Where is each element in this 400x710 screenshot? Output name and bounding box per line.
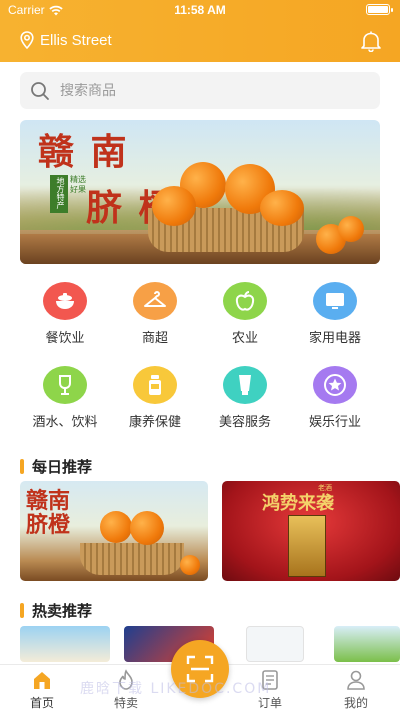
recommend-card-title: 鸿势来袭 bbox=[262, 493, 334, 514]
category-label: 娱乐行业 bbox=[308, 415, 361, 430]
orange bbox=[100, 511, 132, 543]
bell-icon[interactable] bbox=[360, 30, 382, 52]
category-item[interactable]: 康养保健 bbox=[110, 366, 200, 430]
monitor-icon bbox=[326, 293, 344, 309]
hot-product-card[interactable] bbox=[20, 626, 110, 662]
category-icon-bg bbox=[313, 282, 357, 320]
recommend-card[interactable]: 赣南脐橙 bbox=[20, 481, 208, 581]
category-label: 餐饮业 bbox=[45, 331, 85, 346]
bowl-icon bbox=[56, 293, 74, 309]
category-label: 农业 bbox=[231, 331, 258, 346]
supplement-bottle-icon bbox=[149, 375, 161, 395]
category-item[interactable]: 家用电器 bbox=[290, 282, 380, 346]
location-selector[interactable]: Ellis Street bbox=[20, 31, 112, 49]
battery-icon bbox=[366, 4, 393, 15]
section-accent-bar bbox=[20, 603, 24, 618]
category-icon-bg bbox=[223, 282, 267, 320]
user-icon bbox=[347, 670, 365, 690]
liquor-box bbox=[288, 515, 326, 577]
category-item[interactable]: 商超 bbox=[110, 282, 200, 346]
tab-label: 首页 bbox=[29, 696, 54, 710]
tab-label: 我的 bbox=[343, 696, 368, 710]
star-badge-icon bbox=[324, 374, 346, 396]
watermark: 鹿晗下载 LIKEDOC.COM bbox=[80, 681, 272, 697]
category-grid: 餐饮业 商超 农业 家用电器 酒水、饮料 康养保健 美容服务 娱乐行业 bbox=[20, 282, 380, 430]
category-label: 家用电器 bbox=[308, 331, 361, 346]
orange bbox=[260, 190, 304, 226]
app-header: Carrier 11:58 AM Ellis Street bbox=[0, 0, 400, 62]
category-icon-bg bbox=[43, 282, 87, 320]
category-item[interactable]: 娱乐行业 bbox=[290, 366, 380, 430]
category-label: 美容服务 bbox=[218, 415, 271, 430]
tab-home[interactable]: 首页 bbox=[12, 669, 72, 710]
category-icon-bg bbox=[133, 366, 177, 404]
search-icon bbox=[31, 81, 49, 100]
orange-basket bbox=[80, 543, 184, 575]
category-label: 康养保健 bbox=[128, 415, 181, 430]
cosmetic-tube-icon bbox=[239, 375, 251, 395]
location-label: Ellis Street bbox=[40, 31, 112, 49]
daily-recommend-header: 每日推荐 bbox=[20, 456, 92, 477]
category-item[interactable]: 餐饮业 bbox=[20, 282, 110, 346]
banner-title-line1: 赣 南 bbox=[38, 131, 129, 173]
hot-product-card[interactable] bbox=[246, 626, 304, 662]
recommend-card[interactable]: 老酒 鸿势来袭 bbox=[222, 481, 400, 581]
category-label: 酒水、饮料 bbox=[32, 415, 98, 430]
status-bar: Carrier 11:58 AM bbox=[0, 0, 400, 20]
category-icon-bg bbox=[223, 366, 267, 404]
category-label: 商超 bbox=[141, 331, 168, 346]
orange bbox=[152, 186, 196, 226]
search-bar[interactable] bbox=[20, 72, 380, 109]
section-title: 每日推荐 bbox=[32, 458, 93, 476]
banner-tag: 地方特产 bbox=[50, 175, 68, 213]
home-icon bbox=[34, 672, 50, 689]
hot-recommend-header: 热卖推荐 bbox=[20, 600, 92, 621]
wine-glass-icon bbox=[59, 375, 71, 395]
category-icon-bg bbox=[313, 366, 357, 404]
category-icon-bg bbox=[133, 282, 177, 320]
orange bbox=[130, 511, 164, 545]
category-item[interactable]: 美容服务 bbox=[200, 366, 290, 430]
apple-icon bbox=[235, 291, 255, 311]
category-icon-bg bbox=[43, 366, 87, 404]
section-accent-bar bbox=[20, 459, 24, 474]
orange bbox=[338, 216, 364, 242]
recommend-card-title: 赣南脐橙 bbox=[26, 488, 71, 538]
banner-subtitle: 精选好果 bbox=[70, 175, 86, 194]
hanger-icon bbox=[144, 291, 166, 307]
search-input[interactable] bbox=[60, 82, 360, 99]
status-time: 11:58 AM bbox=[174, 3, 226, 17]
promo-banner[interactable]: 赣 南 脐 橙 地方特产 精选好果 bbox=[20, 120, 380, 264]
battery-fill bbox=[368, 6, 388, 13]
category-item[interactable]: 农业 bbox=[200, 282, 290, 346]
category-item[interactable]: 酒水、饮料 bbox=[20, 366, 110, 430]
tab-profile[interactable]: 我的 bbox=[326, 669, 386, 710]
hot-product-card[interactable] bbox=[334, 626, 400, 662]
section-title: 热卖推荐 bbox=[32, 602, 93, 620]
pin-icon bbox=[20, 31, 34, 49]
orange bbox=[180, 555, 200, 575]
